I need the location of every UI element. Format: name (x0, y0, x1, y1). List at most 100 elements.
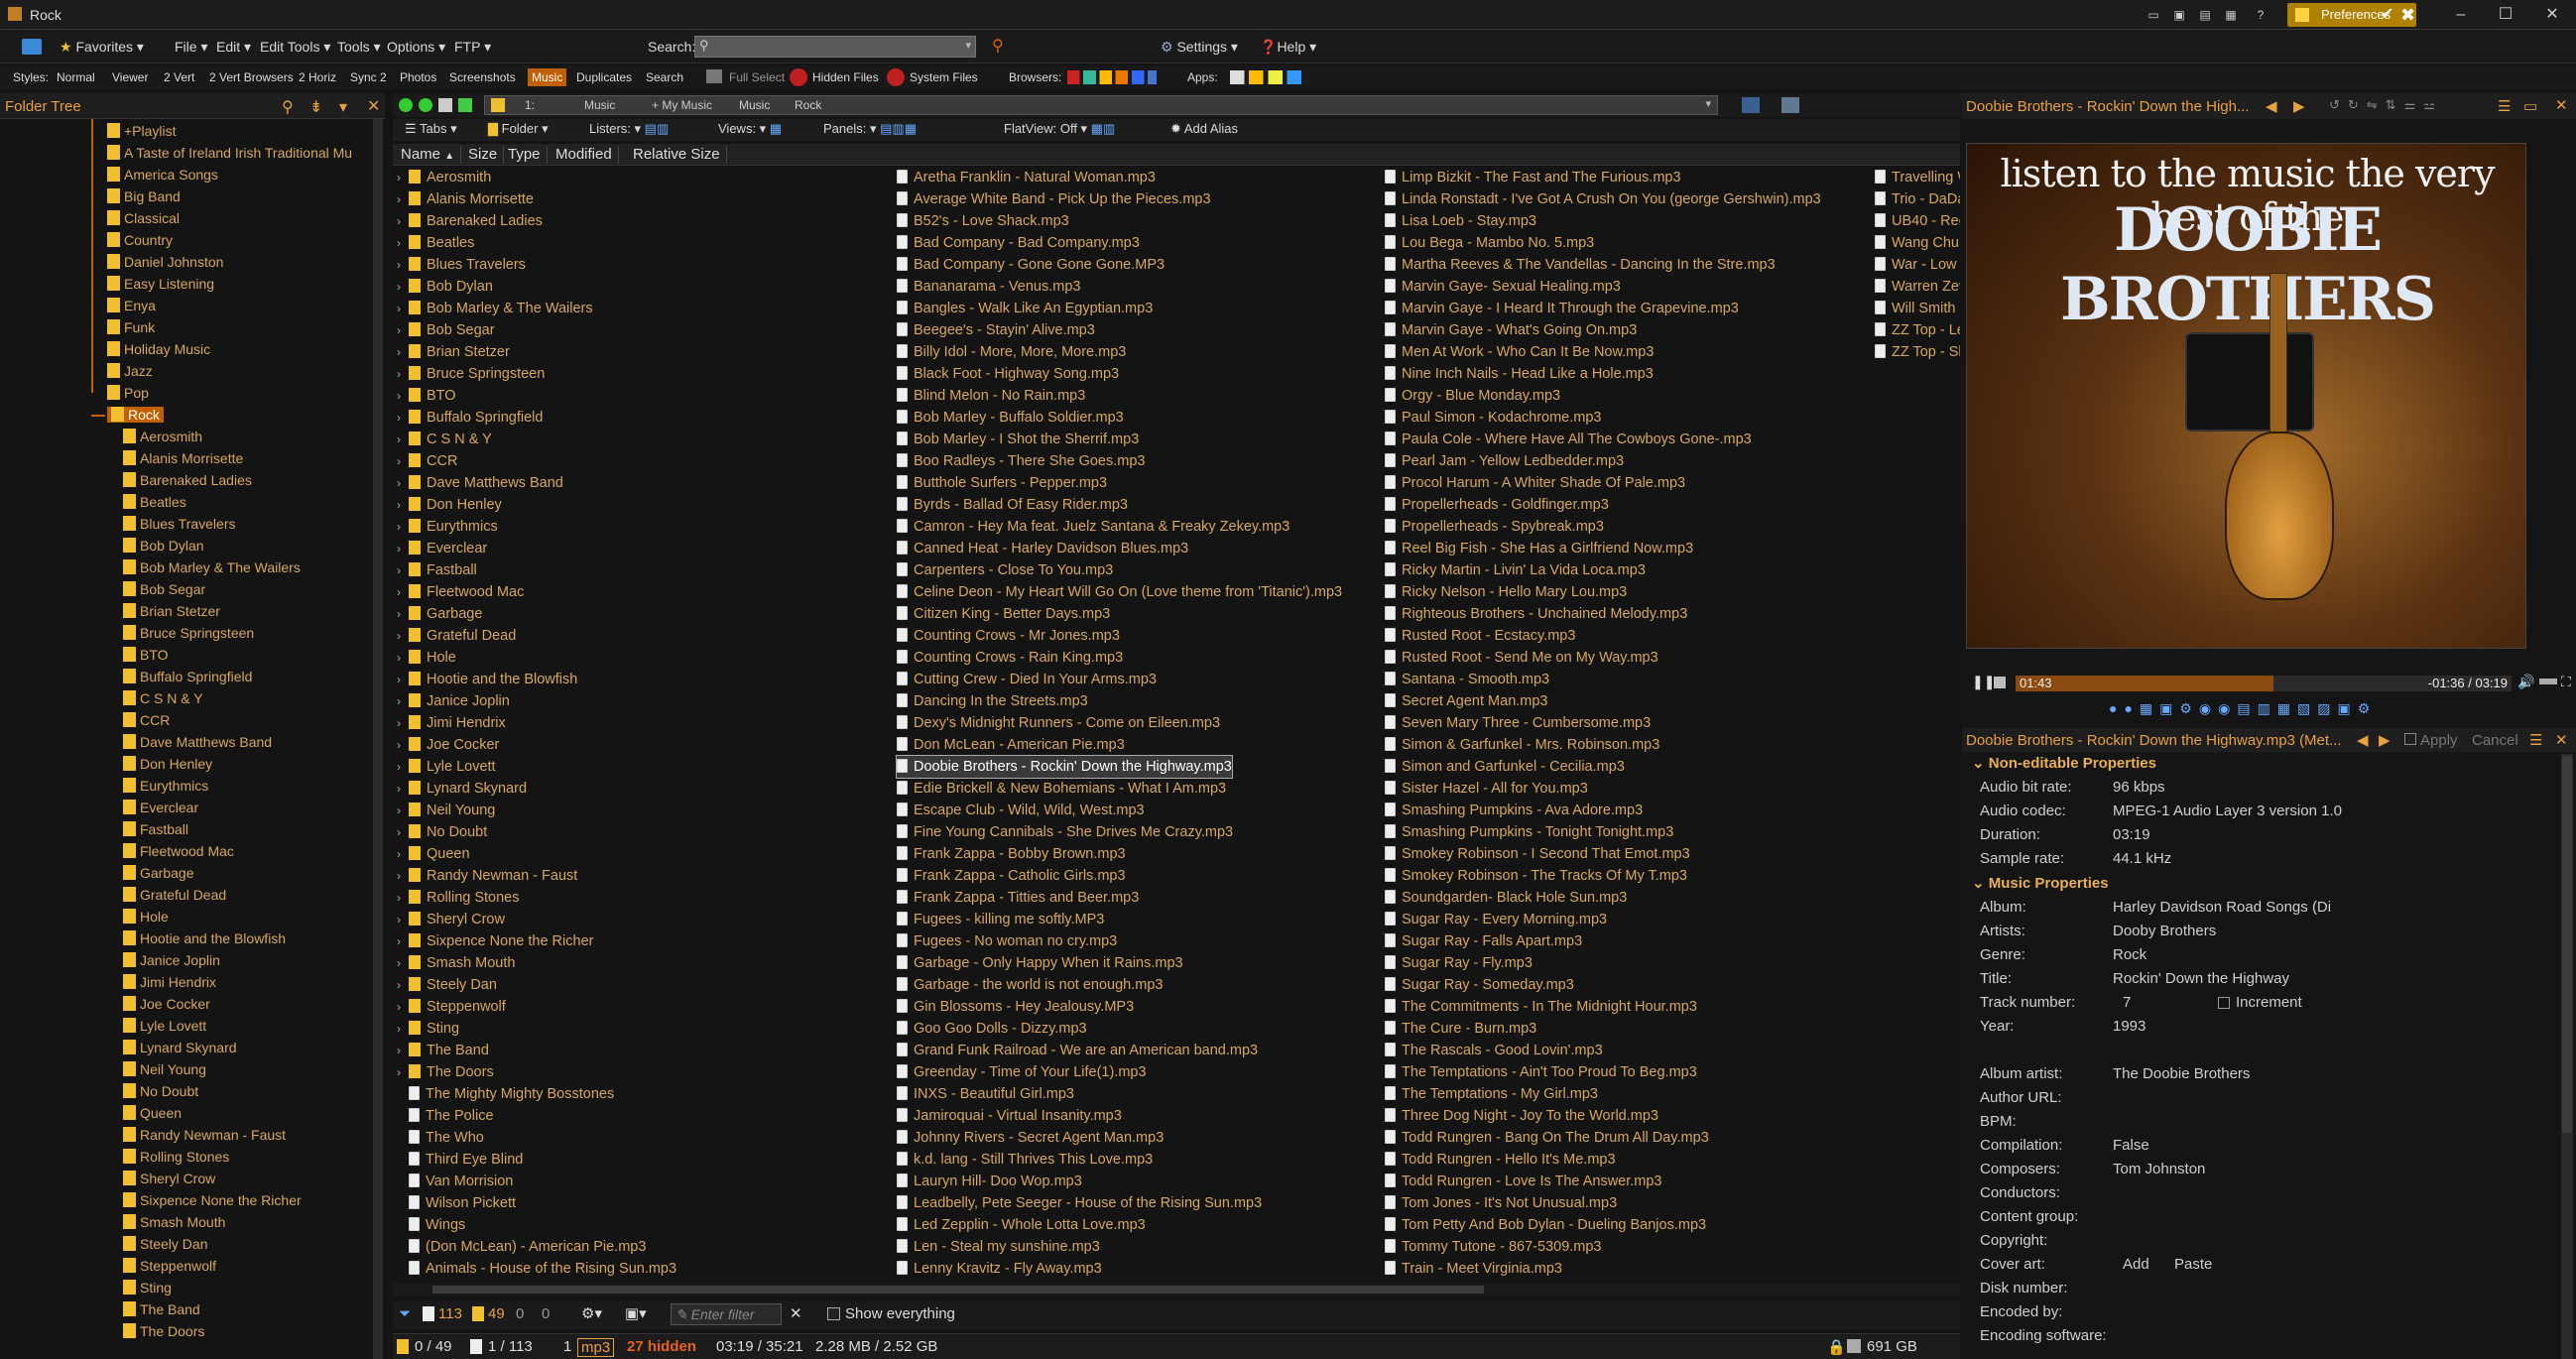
next-meta-icon[interactable]: ▶ (2379, 731, 2391, 749)
section-header[interactable]: ⌄ Non-editable Properties (1972, 754, 2156, 772)
file-row[interactable]: Linda Ronstadt - I've Got A Crush On You… (1385, 188, 1821, 210)
chevron-right-icon[interactable]: › (397, 298, 407, 319)
chevron-right-icon[interactable]: › (397, 1061, 407, 1083)
tree-item[interactable]: Holiday Music (107, 341, 210, 357)
chevron-right-icon[interactable]: › (397, 996, 407, 1018)
metadata-scrollbar[interactable] (2561, 754, 2573, 1359)
folder-row[interactable]: › Steppenwolf (397, 996, 506, 1018)
file-row[interactable]: Lou Bega - Mambo No. 5.mp3 (1385, 232, 1594, 254)
file-row[interactable]: Frank Zappa - Titties and Beer.mp3 (897, 887, 1139, 909)
file-row[interactable]: Byrds - Ballad Of Easy Rider.mp3 (897, 494, 1128, 516)
filter-settings-icon[interactable]: ⚙▾ (581, 1304, 602, 1322)
file-row[interactable]: The Police (397, 1105, 494, 1127)
system-files-toggle[interactable]: System Files (907, 70, 981, 84)
chevron-right-icon[interactable]: › (397, 603, 407, 625)
folder-row[interactable]: › Jimi Hendrix (397, 712, 506, 734)
help-menu[interactable]: ❓Help ▾ (1260, 39, 1316, 56)
tree-child-item[interactable]: The Band (123, 1301, 200, 1317)
folder-row[interactable]: › Sting (397, 1018, 459, 1040)
scroll-thumb[interactable] (432, 1286, 1484, 1294)
clear-filter-icon[interactable]: ✕ (790, 1304, 802, 1322)
full-select-toggle[interactable]: Full Select (726, 70, 788, 84)
file-row[interactable]: Johnny Rivers - Secret Agent Man.mp3 (897, 1127, 1164, 1149)
file-row[interactable]: Camron - Hey Ma feat. Juelz Santana & Fr… (897, 516, 1289, 538)
folder-row[interactable]: › Grateful Dead (397, 625, 516, 647)
property-value[interactable]: MPEG-1 Audio Layer 3 version 1.0 (2113, 803, 2342, 819)
file-row[interactable]: Martha Reeves & The Vandellas - Dancing … (1385, 254, 1776, 276)
section-header[interactable]: ⌄ Music Properties (1972, 874, 2109, 892)
file-row[interactable]: Soundgarden- Black Hole Sun.mp3 (1385, 887, 1627, 909)
options-menu[interactable]: Options ▾ (387, 39, 445, 56)
file-row[interactable]: Len - Steal my sunshine.mp3 (897, 1236, 1100, 1258)
file-row[interactable]: B52's - Love Shack.mp3 (897, 210, 1069, 232)
tabs-menu[interactable]: ☰ Tabs ▾ (405, 121, 457, 137)
flatview-menu[interactable]: FlatView: Off ▾ ▦▥ (1004, 121, 1115, 137)
chevron-right-icon[interactable]: › (397, 909, 407, 930)
crumb-drive[interactable]: 1: (525, 98, 535, 112)
folder-row[interactable]: › Everclear (397, 538, 487, 559)
file-row[interactable]: Trio - DaDa (1875, 188, 1960, 210)
file-row[interactable]: Counting Crows - Mr Jones.mp3 (897, 625, 1120, 647)
folder-row[interactable]: › No Doubt (397, 821, 487, 843)
file-row[interactable]: Secret Agent Man.mp3 (1385, 690, 1548, 712)
add-cover-button[interactable]: Add (2123, 1256, 2149, 1273)
chevron-right-icon[interactable]: › (397, 385, 407, 407)
file-row[interactable]: Warren Zev (1875, 276, 1960, 298)
tree-child-item[interactable]: Buffalo Springfield (123, 669, 252, 684)
file-row[interactable]: Led Zepplin - Whole Lotta Love.mp3 (897, 1214, 1146, 1236)
file-row[interactable]: INXS - Beautiful Girl.mp3 (897, 1083, 1074, 1105)
folder-row[interactable]: › Janice Joplin (397, 690, 510, 712)
file-row[interactable]: Marvin Gaye - I Heard It Through the Gra… (1385, 298, 1739, 319)
property-value[interactable]: 44.1 kHz (2113, 850, 2171, 867)
chevron-right-icon[interactable]: › (397, 363, 407, 385)
folder-row[interactable]: › Lyle Lovett (397, 756, 496, 778)
file-row[interactable]: Beegee's - Stayin' Alive.mp3 (897, 319, 1095, 341)
file-row[interactable]: Average White Band - Pick Up the Pieces.… (897, 188, 1211, 210)
help-icon[interactable]: ? (2250, 4, 2271, 26)
player-tool-icons[interactable]: ●●▦▣⚙◉◉▤▥▦▧▨▣⚙ (2109, 700, 2426, 720)
chevron-right-icon[interactable]: › (397, 865, 407, 887)
tree-child-item[interactable]: Eurythmics (123, 778, 208, 794)
property-value[interactable]: Tom Johnston (2113, 1161, 2205, 1177)
file-row[interactable]: (Don McLean) - American Pie.mp3 (397, 1236, 646, 1258)
folder-menu[interactable]: ▇ Folder ▾ (488, 121, 549, 137)
forward-icon[interactable] (419, 98, 432, 112)
chevron-right-icon[interactable]: › (397, 188, 407, 210)
file-row[interactable]: Wilson Pickett (397, 1192, 516, 1214)
chevron-right-icon[interactable]: › (397, 778, 407, 800)
file-row[interactable]: Rusted Root - Ecstacy.mp3 (1385, 625, 1575, 647)
tree-child-item[interactable]: Don Henley (123, 756, 212, 772)
seek-bar[interactable]: 01:43 -01:36 / 03:19 (2016, 676, 2512, 691)
file-row[interactable]: The Rascals - Good Lovin'.mp3 (1385, 1040, 1603, 1061)
chevron-right-icon[interactable]: › (397, 690, 407, 712)
file-row[interactable]: Lauryn Hill- Doo Wop.mp3 (897, 1171, 1082, 1192)
file-row[interactable]: Todd Rungren - Hello It's Me.mp3 (1385, 1149, 1616, 1171)
chevron-right-icon[interactable]: › (397, 429, 407, 450)
refresh-icon[interactable] (458, 98, 472, 112)
file-row[interactable]: Orgy - Blue Monday.mp3 (1385, 385, 1560, 407)
tree-child-item[interactable]: Brian Stetzer (123, 603, 220, 619)
property-value[interactable]: Dooby Brothers (2113, 923, 2216, 939)
minimize-icon[interactable]: – (2450, 4, 2472, 26)
file-row[interactable]: Fugees - killing me softly.MP3 (897, 909, 1104, 930)
chevron-right-icon[interactable]: › (397, 450, 407, 472)
file-row[interactable]: Frank Zappa - Catholic Girls.mp3 (897, 865, 1126, 887)
tree-child-item[interactable]: Queen (123, 1105, 182, 1121)
chevron-right-icon[interactable]: › (397, 669, 407, 690)
file-row[interactable]: Jamiroquai - Virtual Insanity.mp3 (897, 1105, 1122, 1127)
tree-child-item[interactable]: BTO (123, 647, 169, 663)
property-value[interactable]: 7 (2123, 994, 2131, 1011)
ftp-menu[interactable]: FTP ▾ (454, 39, 491, 56)
file-row[interactable]: The Who (397, 1127, 484, 1149)
file-row[interactable]: Black Foot - Highway Song.mp3 (897, 363, 1119, 385)
tree-item[interactable]: Easy Listening (107, 276, 214, 292)
tree-child-item[interactable]: Sheryl Crow (123, 1171, 215, 1186)
paste-cover-button[interactable]: Paste (2174, 1256, 2212, 1273)
file-row[interactable]: Bob Marley - Buffalo Soldier.mp3 (897, 407, 1124, 429)
tree-scrollbar[interactable] (373, 119, 383, 1359)
maximize-icon[interactable]: ☐ (2495, 4, 2516, 26)
file-row[interactable]: Lenny Kravitz - Fly Away.mp3 (897, 1258, 1102, 1280)
style-viewer[interactable]: Viewer (109, 70, 151, 84)
edit-tools-menu[interactable]: Edit Tools ▾ (260, 39, 330, 56)
tree-child-item[interactable]: Garbage (123, 865, 193, 881)
